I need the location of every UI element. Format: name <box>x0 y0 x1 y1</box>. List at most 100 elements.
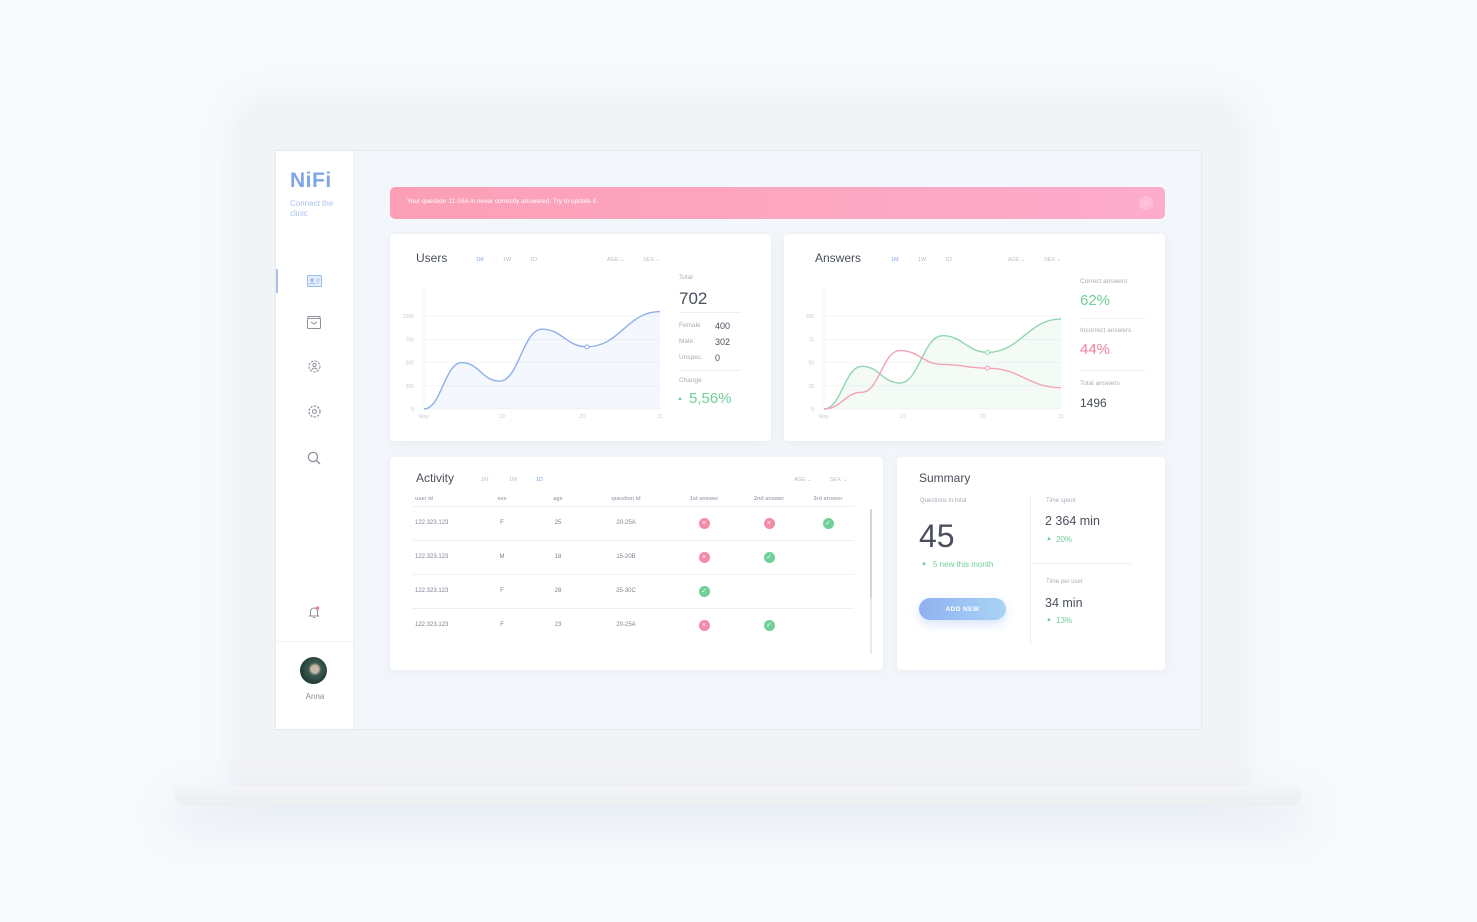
table-row[interactable]: 122.323.123 F 28 25-30C ✓ <box>412 573 854 608</box>
arrow-up-icon: ▲ <box>1046 536 1052 542</box>
divider <box>679 312 741 313</box>
avatar[interactable] <box>300 657 327 684</box>
x-tick-label: 10 <box>899 414 905 420</box>
activity-title: Activity <box>416 471 455 485</box>
activity-tab-1w[interactable]: 1W <box>509 477 517 483</box>
x-circle-icon: × <box>763 517 775 529</box>
x-tick-label: 20 <box>579 414 585 420</box>
col-question-id[interactable]: question id <box>580 493 672 506</box>
table-row[interactable]: 122.323.123 F 23 20-25A × ✓ <box>412 607 854 642</box>
col-1st-answer[interactable]: 1st answer <box>672 493 736 506</box>
answers-chart: 0 25 50 75 100 May 10 20 31 <box>806 283 1064 420</box>
cell-sex: F <box>468 573 536 608</box>
users-change-value: 5,56% <box>689 390 732 407</box>
answers-tab-1w[interactable]: 1W <box>918 257 926 263</box>
col-age[interactable]: age <box>536 493 580 506</box>
bell-icon <box>308 606 320 618</box>
arrow-up-icon: ▲ <box>1046 617 1052 623</box>
col-sex[interactable]: sex <box>468 493 536 506</box>
sidebar-item-profile[interactable] <box>302 269 326 293</box>
check-circle-icon: ✓ <box>822 517 834 529</box>
users-tab-1m[interactable]: 1M <box>476 257 484 263</box>
sidebar-item-search[interactable] <box>302 446 326 470</box>
col-user-id[interactable]: user id <box>412 493 468 506</box>
activity-age-filter[interactable]: AGE ⌄ <box>794 477 812 483</box>
sidebar-item-patients[interactable] <box>302 354 326 378</box>
answers-tab-1d[interactable]: 1D <box>945 257 952 263</box>
y-tick-label: 75 <box>808 337 814 343</box>
cell-sex: F <box>468 505 536 540</box>
activity-sex-filter[interactable]: SEX ⌄ <box>830 477 847 483</box>
highlight-point <box>985 349 991 355</box>
answers-age-filter[interactable]: AGE ⌄ <box>1008 257 1026 263</box>
cell-answer-3 <box>802 607 854 642</box>
check-circle-icon: ✓ <box>763 619 775 631</box>
time-per-user-change: 13% <box>1056 616 1073 625</box>
activity-tab-1m[interactable]: 1M <box>481 477 489 483</box>
arrow-up-icon: ▲ <box>677 396 683 402</box>
answers-tab-1m[interactable]: 1M <box>891 257 899 263</box>
questions-total-value: 45 <box>919 518 955 554</box>
cell-question-id: 25-30C <box>580 573 672 608</box>
female-label: Female <box>679 322 701 329</box>
activity-table: user id sex age question id 1st answer 2… <box>412 493 854 642</box>
total-answers-label: Total answers <box>1080 380 1120 387</box>
y-tick-label: 750 <box>406 337 415 343</box>
y-tick-label: 250 <box>406 384 415 390</box>
unspec-label: Unspec. <box>679 354 703 361</box>
check-circle-icon: ✓ <box>763 551 775 563</box>
correct-answers-value: 62% <box>1080 292 1111 309</box>
sidebar-item-settings[interactable] <box>302 399 326 423</box>
users-total-label: Total <box>679 274 693 281</box>
col-2nd-answer[interactable]: 2nd answer <box>736 493 802 506</box>
arrow-up-icon: ▲ <box>921 561 927 567</box>
check-circle-icon: ✓ <box>698 585 710 597</box>
cell-answer-2: ✓ <box>736 607 802 642</box>
x-tick-label: May <box>419 414 429 420</box>
time-spent-label: Time spent <box>1046 498 1076 504</box>
users-tab-1d[interactable]: 1D <box>530 257 537 263</box>
cell-answer-1: × <box>672 505 736 540</box>
x-tick-label: May <box>819 414 829 420</box>
users-sex-filter[interactable]: SEX ⌄ <box>643 257 660 263</box>
archive-icon <box>307 315 321 329</box>
y-tick-label: 500 <box>406 361 415 367</box>
table-row[interactable]: 122.323.123 M 18 15-20B × ✓ <box>412 539 854 574</box>
scrollbar-thumb[interactable] <box>870 509 872 599</box>
user-name: Anna <box>305 692 325 701</box>
time-spent-change: 20% <box>1056 535 1073 544</box>
users-age-filter[interactable]: AGE ⌄ <box>607 257 625 263</box>
notifications-button[interactable] <box>302 600 326 624</box>
change-label: Change <box>679 377 702 384</box>
incorrect-answers-value: 44% <box>1080 341 1111 358</box>
x-tick-label: 31 <box>1058 414 1064 420</box>
activity-tab-1d[interactable]: 1D <box>536 477 543 483</box>
questions-change: 5 new this month <box>933 560 994 569</box>
series-area <box>424 311 660 409</box>
female-value: 400 <box>715 321 731 331</box>
add-new-button[interactable]: ADD NEW <box>919 598 1006 620</box>
table-row[interactable]: 122.323.123 F 25 20-25A × × ✓ <box>412 505 854 540</box>
alert-dismiss-button[interactable]: › <box>1139 196 1153 210</box>
highlight-point <box>584 344 590 350</box>
users-title: Users <box>416 251 448 265</box>
alert-banner: Your question 11-16A is never correctly … <box>390 187 1165 219</box>
y-tick-label: 1000 <box>403 314 414 320</box>
sidebar-item-archive[interactable] <box>302 310 326 334</box>
app-logo[interactable]: NiFi <box>290 169 332 193</box>
users-chart: 0 250 500 750 1000 May 10 20 31 <box>403 283 663 420</box>
cell-answer-2: ✓ <box>736 539 802 574</box>
cell-user-id: 122.323.123 <box>412 573 468 608</box>
unspec-value: 0 <box>715 353 721 363</box>
answers-sex-filter[interactable]: SEX ⌄ <box>1044 257 1061 263</box>
cell-user-id: 122.323.123 <box>412 539 468 574</box>
activity-scrollbar[interactable] <box>870 509 872 654</box>
patients-icon <box>308 360 320 372</box>
col-3rd-answer[interactable]: 3rd answer <box>802 493 854 506</box>
cell-question-id: 15-20B <box>580 539 672 574</box>
incorrect-answers-label: Incorrect answers <box>1080 327 1132 334</box>
users-tab-1w[interactable]: 1W <box>503 257 511 263</box>
divider <box>679 370 741 371</box>
x-circle-icon: × <box>698 551 710 563</box>
total-answers-value: 1496 <box>1080 396 1107 410</box>
